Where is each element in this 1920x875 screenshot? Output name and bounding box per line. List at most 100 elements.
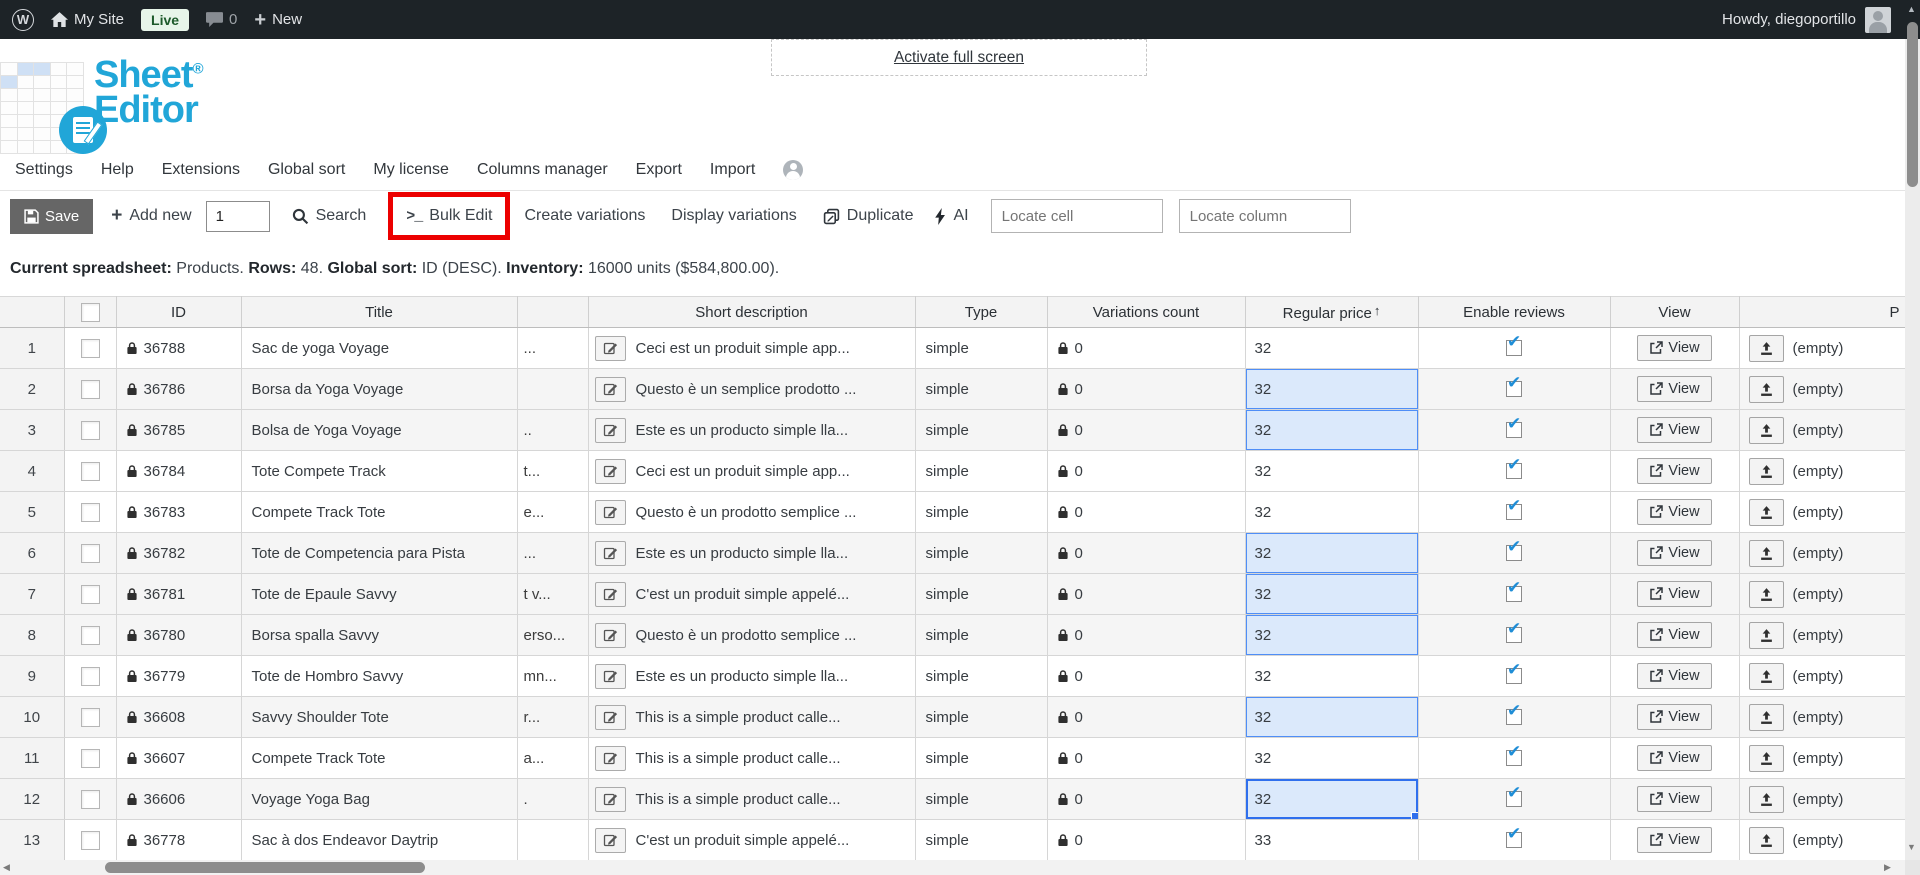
activate-fullscreen-link[interactable]: Activate full screen [894,49,1024,67]
enable-reviews-cell[interactable]: ✔ [1418,778,1611,820]
title-cell[interactable]: Borsa da Yoga Voyage [241,368,518,410]
enable-reviews-cell[interactable]: ✔ [1418,655,1611,697]
edit-description-button[interactable] [594,499,626,525]
regular-price-cell[interactable]: 32 [1245,696,1419,738]
view-button[interactable]: View [1637,786,1712,812]
row-header[interactable]: 11 [0,737,65,779]
row-header[interactable]: 2 [0,368,65,410]
title-cell[interactable]: Sac à dos Endeavor Daytrip [241,819,518,861]
variations-count-cell[interactable]: 0 [1047,573,1246,615]
enable-reviews-checkbox[interactable]: ✔ [1506,373,1522,397]
wordpress-menu[interactable]: W [12,8,34,31]
add-new-button[interactable]: + Add new [111,205,191,227]
variations-count-cell[interactable]: 0 [1047,655,1246,697]
title-cell[interactable]: Bolsa de Yoga Voyage [241,409,518,451]
scroll-right-icon[interactable]: ▶ [1884,862,1891,873]
image-cell[interactable]: (empty) [1739,655,1906,697]
type-cell[interactable]: simple [915,655,1048,697]
enable-reviews-checkbox[interactable]: ✔ [1506,537,1522,561]
type-cell[interactable]: simple [915,778,1048,820]
edit-description-button[interactable] [594,581,626,607]
type-cell[interactable]: simple [915,368,1048,410]
image-cell[interactable]: (empty) [1739,491,1906,533]
regular-price-cell[interactable]: 32 [1245,737,1419,779]
type-cell[interactable]: simple [915,737,1048,779]
clipped-column-cell[interactable] [517,368,589,410]
image-cell[interactable]: (empty) [1739,778,1906,820]
short-description-cell[interactable]: C'est un produit simple appelé... [588,573,916,615]
row-header[interactable]: 4 [0,450,65,492]
clipped-column-cell[interactable]: mn... [517,655,589,697]
clipped-column-cell[interactable]: t v... [517,573,589,615]
edit-description-button[interactable] [594,417,626,443]
image-cell[interactable]: (empty) [1739,368,1906,410]
regular-price-cell[interactable]: 32 [1245,491,1419,533]
view-button[interactable]: View [1637,704,1712,730]
upload-image-button[interactable] [1748,621,1784,649]
bulk-edit-button[interactable]: >_ Bulk Edit [406,207,492,225]
menu-columns-manager[interactable]: Columns manager [477,161,608,179]
id-cell[interactable]: 36785 [116,409,242,451]
regular-price-cell[interactable]: 32 [1245,368,1419,410]
regular-price-cell[interactable]: 32 [1245,450,1419,492]
view-button[interactable]: View [1637,376,1712,402]
row-header[interactable]: 3 [0,409,65,451]
id-cell[interactable]: 36607 [116,737,242,779]
enable-reviews-cell[interactable]: ✔ [1418,696,1611,738]
clipped-column-cell[interactable]: erso... [517,614,589,656]
id-cell[interactable]: 36608 [116,696,242,738]
variations-count-cell[interactable]: 0 [1047,737,1246,779]
clipped-column-cell[interactable]: ... [517,327,589,369]
enable-reviews-cell[interactable]: ✔ [1418,737,1611,779]
id-cell[interactable]: 36784 [116,450,242,492]
short-description-cell[interactable]: This is a simple product calle... [588,778,916,820]
variations-count-cell[interactable]: 0 [1047,409,1246,451]
upload-image-button[interactable] [1748,334,1784,362]
enable-reviews-cell[interactable]: ✔ [1418,450,1611,492]
clipped-column-cell[interactable]: . [517,778,589,820]
locate-column-input[interactable] [1178,199,1351,233]
column-header[interactable] [517,296,589,328]
row-header[interactable]: 5 [0,491,65,533]
column-header[interactable]: Variations count [1047,296,1246,328]
type-cell[interactable]: simple [915,696,1048,738]
short-description-cell[interactable]: Este es un producto simple lla... [588,655,916,697]
type-cell[interactable]: simple [915,573,1048,615]
enable-reviews-checkbox[interactable]: ✔ [1506,701,1522,725]
clipped-column-cell[interactable]: e... [517,491,589,533]
short-description-cell[interactable]: Questo è un prodotto semplice ... [588,491,916,533]
upload-image-button[interactable] [1748,498,1784,526]
add-new-quantity-input[interactable] [205,200,270,232]
column-header[interactable]: View [1610,296,1740,328]
id-cell[interactable]: 36780 [116,614,242,656]
clipped-column-cell[interactable]: a... [517,737,589,779]
short-description-cell[interactable]: Ceci est un produit simple app... [588,327,916,369]
regular-price-cell[interactable]: 32 [1245,327,1419,369]
menu-global-sort[interactable]: Global sort [268,161,345,179]
fill-handle[interactable] [1410,812,1417,819]
regular-price-cell[interactable]: 32 [1245,778,1419,820]
image-cell[interactable]: (empty) [1739,737,1906,779]
image-cell[interactable]: (empty) [1739,819,1906,861]
upload-image-button[interactable] [1748,539,1784,567]
row-header[interactable]: 6 [0,532,65,574]
row-select-checkbox[interactable] [80,379,100,399]
enable-reviews-cell[interactable]: ✔ [1418,327,1611,369]
type-cell[interactable]: simple [915,819,1048,861]
variations-count-cell[interactable]: 0 [1047,491,1246,533]
create-variations-button[interactable]: Create variations [524,207,645,225]
title-cell[interactable]: Compete Track Tote [241,491,518,533]
enable-reviews-checkbox[interactable]: ✔ [1506,414,1522,438]
enable-reviews-cell[interactable]: ✔ [1418,614,1611,656]
enable-reviews-checkbox[interactable]: ✔ [1506,619,1522,643]
row-select-checkbox[interactable] [80,789,100,809]
scroll-down-icon[interactable]: ▼ [1907,842,1916,852]
scroll-up-icon[interactable]: ▲ [1907,4,1916,14]
enable-reviews-cell[interactable]: ✔ [1418,532,1611,574]
enable-reviews-checkbox[interactable]: ✔ [1506,496,1522,520]
row-select-checkbox[interactable] [80,461,100,481]
row-header[interactable]: 10 [0,696,65,738]
row-select-checkbox[interactable] [80,707,100,727]
upload-image-button[interactable] [1748,580,1784,608]
edit-description-button[interactable] [594,663,626,689]
